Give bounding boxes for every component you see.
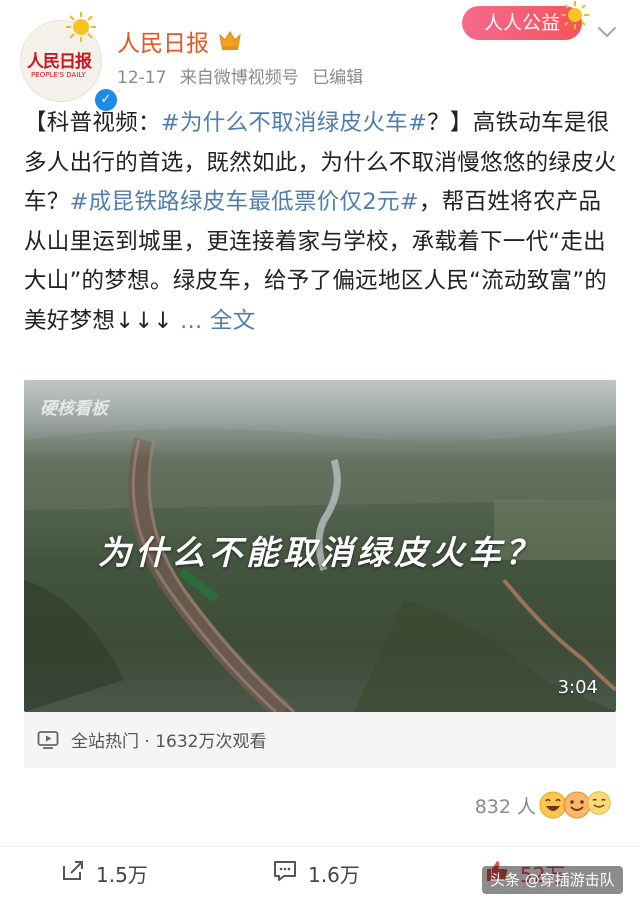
sky-haze bbox=[24, 380, 616, 460]
timestamp: 12-17 bbox=[117, 68, 167, 88]
hashtag-link[interactable]: #成昆铁路绿皮车最低票价仅2元# bbox=[70, 189, 419, 215]
crown-icon bbox=[219, 31, 241, 50]
video-player[interactable]: 硬核看板 为什么不能取消绿皮火车？ 3:04 bbox=[24, 380, 616, 712]
avatar[interactable]: 人民日报 PEOPLE'S DAILY ✓ bbox=[20, 12, 119, 113]
avatar-logo-sub: PEOPLE'S DAILY bbox=[31, 71, 86, 79]
video-caption: 为什么不能取消绿皮火车？ bbox=[98, 533, 542, 572]
post-body: 【科普视频：#为什么不取消绿皮火车#？】高铁动车是很多人出行的首选，既然如此，为… bbox=[24, 104, 620, 341]
reaction-count: 832 人 bbox=[474, 796, 536, 818]
repost-count: 1.5万 bbox=[96, 863, 148, 887]
post-source[interactable]: 来自微博视频号 bbox=[180, 68, 299, 88]
expand-full-text-link[interactable]: ... 全文 bbox=[180, 308, 255, 334]
channel-watermark: 硬核看板 bbox=[40, 399, 108, 419]
comment-icon bbox=[274, 861, 296, 881]
comment-count: 1.6万 bbox=[308, 863, 360, 887]
sun-decoration-icon bbox=[66, 12, 96, 42]
chevron-down-icon[interactable] bbox=[596, 24, 618, 40]
repost-icon bbox=[63, 861, 83, 880]
avatar-logo: 人民日报 bbox=[27, 52, 92, 72]
video-duration: 3:04 bbox=[557, 677, 598, 698]
video-view-stats: 全站热门 · 1632万次观看 bbox=[71, 732, 267, 752]
sun-badge-icon bbox=[561, 1, 589, 29]
hashtag-link[interactable]: #为什么不取消绿皮火车# bbox=[161, 110, 427, 136]
video-stats-bar[interactable]: 全站热门 · 1632万次观看 bbox=[24, 712, 616, 768]
smiling-emoji-icon bbox=[587, 791, 611, 815]
repost-button[interactable]: 1.5万 bbox=[60, 857, 170, 887]
edited-label[interactable]: 已编辑 bbox=[312, 68, 363, 88]
source-watermark: 头条 @穿插游击队 bbox=[482, 866, 623, 894]
video-icon bbox=[37, 731, 59, 749]
post-text-segment: 【科普视频： bbox=[24, 110, 161, 136]
post-header: 人民日报 PEOPLE'S DAILY ✓ 人民日报 12-17 来自微博视频号… bbox=[0, 0, 640, 113]
reaction-summary[interactable]: 832 人 bbox=[432, 790, 612, 822]
comment-button[interactable]: 1.6万 bbox=[272, 857, 382, 887]
post-meta: 12-17 来自微博视频号 已编辑 bbox=[117, 63, 371, 88]
account-name[interactable]: 人民日报 bbox=[117, 24, 209, 58]
